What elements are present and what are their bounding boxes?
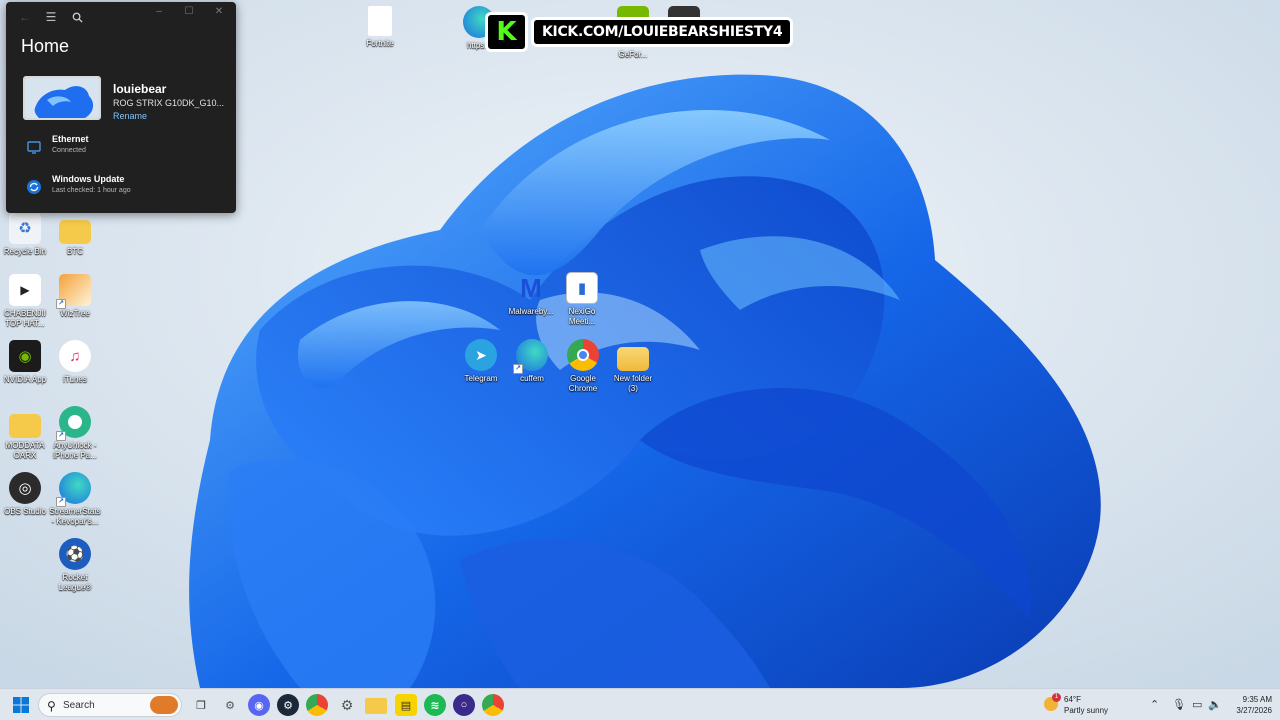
clock-time: 9:35 AM [1242, 695, 1272, 704]
desktop-icon-label: Malwareby... [508, 307, 554, 316]
kick-logo: K [485, 12, 528, 52]
desktop-icon-label: Fortnite [366, 39, 394, 48]
desktop-icon-wiztree[interactable]: ↗ WizTree [48, 274, 102, 319]
desktop-icon-nexigo[interactable]: ▮ NexiGo Meeti... [555, 272, 609, 327]
search-icon: ⚲ [47, 699, 56, 713]
search-label: Search [63, 700, 95, 711]
desktop-icon-label: Telegram [464, 374, 498, 383]
desktop-icon-label: AnyUnlock - iPhone Pa... [53, 441, 97, 460]
ethernet-status: Connected [52, 147, 86, 154]
task-view-icon[interactable]: ❐ [190, 694, 212, 716]
back-arrow-icon[interactable]: ← [12, 4, 38, 30]
wiztree-icon: ↗ [56, 274, 91, 309]
desktop-icon-label: NexiGo Meeti... [568, 307, 596, 326]
weather-desc: Partly sunny [1064, 706, 1109, 715]
malwarebytes-icon: M [520, 272, 542, 303]
desktop-icon-google-chrome[interactable]: Google Chrome [556, 339, 610, 394]
microphone-icon[interactable]: 🎙 [1172, 698, 1186, 711]
desktop-icon-label: New folder (3) [613, 374, 653, 393]
windows-logo-icon [13, 697, 29, 713]
search-highlight-image [150, 696, 178, 714]
copilot-icon[interactable]: ⚙ [219, 694, 241, 716]
folder-icon [59, 220, 91, 244]
recycle-bin-icon: ♻ [9, 212, 41, 244]
monitor-network-icon [27, 141, 41, 154]
settings-gear-icon[interactable]: ⚙ [336, 694, 358, 716]
obs-icon: ◎ [9, 472, 41, 504]
desktop-icon-cuffem[interactable]: ↗ cuffem [505, 339, 559, 384]
folder-icon [9, 414, 41, 438]
rename-link[interactable]: Rename [113, 111, 147, 121]
desktop-icon-streamerstats[interactable]: ↗ StreamerStats - Kevopar's... [48, 472, 102, 527]
desktop-icon-label: Rocket League® [58, 573, 92, 592]
folder-icon [617, 347, 649, 371]
weather-temp: 64°F [1064, 695, 1081, 704]
desktop-icon-moddata[interactable]: MODDATA OARX [0, 406, 52, 461]
weather-badge: 1 [1052, 693, 1061, 702]
kick-stream-banner: K KICK.COM/LOUIEBEARSHIESTY4 [485, 10, 794, 54]
steam-icon[interactable]: ⚙ [277, 694, 299, 716]
nvidia-icon: ◉ [9, 340, 41, 372]
maximize-icon[interactable]: ☐ [174, 6, 204, 20]
desktop-icon-label: iTunes [63, 375, 87, 384]
rocket-league-icon: ⚽ [59, 538, 91, 570]
desktop-icon-label: cuffem [520, 374, 544, 383]
edge-icon: ↗ [56, 472, 91, 507]
device-wallpaper-thumbnail [23, 76, 101, 120]
weather-widget[interactable]: 1 64°F Partly sunny [1042, 693, 1132, 717]
bloom-thumbnail-icon [25, 78, 99, 118]
search-icon[interactable] [64, 4, 90, 30]
taskbar-search[interactable]: ⚲ Search [38, 693, 182, 717]
desktop-icon-fortnite[interactable]: Fortnite [353, 6, 407, 49]
chrome-icon [567, 339, 599, 371]
taskbar: ⚲ Search ❐ ⚙ ◉ ⚙ ⚙ ▤ ≋ ○ 1 64°F Partly s… [0, 688, 1280, 720]
minimize-icon[interactable]: – [144, 6, 174, 20]
volume-icon[interactable]: 🔈 [1208, 698, 1222, 711]
edge-icon: ↗ [513, 339, 548, 374]
telegram-icon: ➤ [465, 339, 497, 371]
sticky-notes-icon[interactable]: ▤ [395, 694, 417, 716]
desktop-icon-new-folder[interactable]: New folder (3) [606, 339, 660, 394]
desktop-icon-label: BTC [67, 247, 83, 256]
sync-icon [27, 180, 41, 194]
windows-update-status: Last checked: 1 hour ago [52, 187, 131, 194]
anyunlock-icon: ↗ [56, 406, 91, 441]
windows-update-title: Windows Update [52, 174, 125, 184]
desktop-icon-obs-studio[interactable]: ◎ OBS Studio [0, 472, 52, 517]
video-file-icon: ▶ [9, 274, 41, 306]
desktop-icon-telegram[interactable]: ➤ Telegram [454, 339, 508, 384]
desktop-icon-label: StreamerStats - Kevopar's... [49, 507, 101, 526]
spotify-icon[interactable]: ≋ [424, 694, 446, 716]
desktop-icon-btc[interactable]: BTC [48, 212, 102, 257]
desktop-icon-itunes[interactable]: ♫ iTunes [48, 340, 102, 385]
start-button[interactable] [10, 694, 32, 716]
clock-date: 3/27/2026 [1236, 706, 1272, 715]
discord-icon[interactable]: ◉ [248, 694, 270, 716]
itunes-icon: ♫ [59, 340, 91, 372]
device-name: louiebear [113, 82, 167, 96]
desktop-icon-nvidia-app[interactable]: ◉ NVIDIA App [0, 340, 52, 385]
file-explorer-icon[interactable] [365, 698, 387, 714]
menu-icon[interactable]: ☰ [38, 4, 64, 30]
desktop-icon-label: WizTree [60, 309, 90, 318]
chrome-profile-icon[interactable] [482, 694, 504, 716]
desktop-icon-chabenjii[interactable]: ▶ CHABENJII TOP HAT... [0, 274, 52, 329]
network-icon[interactable]: ▭ [1192, 698, 1202, 711]
device-model: ROG STRIX G10DK_G10... [113, 98, 225, 108]
chrome-taskbar-icon[interactable] [306, 694, 328, 716]
desktop-icon-rocket-league[interactable]: ⚽ Rocket League® [48, 538, 102, 593]
chevron-up-icon[interactable]: ⌃ [1150, 698, 1159, 711]
kick-url-text: KICK.COM/LOUIEBEARSHIESTY4 [531, 17, 794, 47]
nexigo-icon: ▮ [566, 272, 598, 304]
page-title: Home [21, 36, 70, 56]
desktop-icon-anyunlock[interactable]: ↗ AnyUnlock - iPhone Pa... [48, 406, 102, 461]
ethernet-title: Ethernet [52, 134, 89, 144]
system-clock[interactable]: 9:35 AM 3/27/2026 [1226, 694, 1272, 716]
desktop-icon-recycle-bin[interactable]: ♻ Recycle Bin [0, 212, 52, 257]
settings-home-window: ← ☰ – ☐ ✕ Home louiebear ROG STRIX G10DK… [6, 2, 236, 213]
desktop-icon-malwarebytes[interactable]: M Malwareby... [504, 272, 558, 317]
cortana-icon[interactable]: ○ [453, 694, 475, 716]
document-icon [368, 6, 392, 36]
close-icon[interactable]: ✕ [204, 6, 234, 20]
